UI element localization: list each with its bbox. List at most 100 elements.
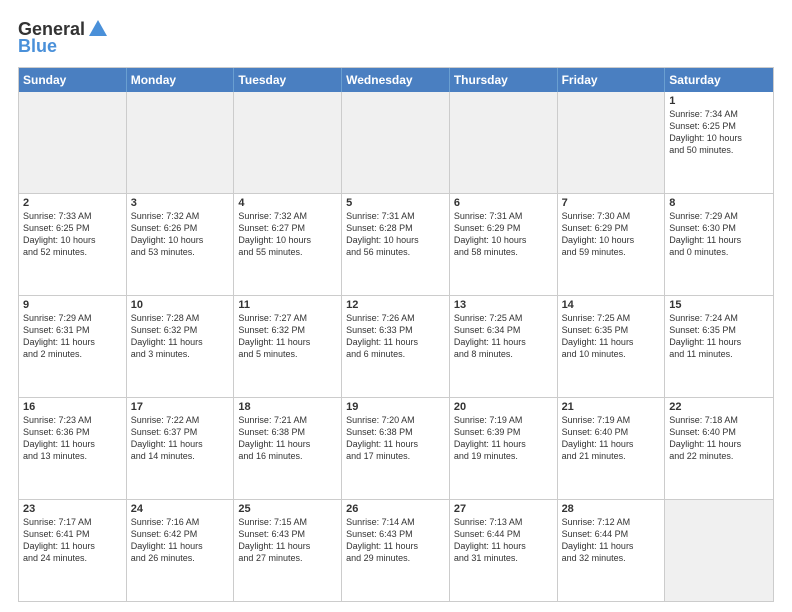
- cell-info: Sunrise: 7:33 AMSunset: 6:25 PMDaylight:…: [23, 210, 122, 259]
- cell-info: Sunrise: 7:15 AMSunset: 6:43 PMDaylight:…: [238, 516, 337, 565]
- cell-info: Sunrise: 7:19 AMSunset: 6:40 PMDaylight:…: [562, 414, 661, 463]
- day-number: 7: [562, 197, 661, 209]
- calendar-cell: 26Sunrise: 7:14 AMSunset: 6:43 PMDayligh…: [342, 500, 450, 601]
- cell-info: Sunrise: 7:19 AMSunset: 6:39 PMDaylight:…: [454, 414, 553, 463]
- calendar: SundayMondayTuesdayWednesdayThursdayFrid…: [18, 67, 774, 602]
- cell-info: Sunrise: 7:17 AMSunset: 6:41 PMDaylight:…: [23, 516, 122, 565]
- calendar-cell: 16Sunrise: 7:23 AMSunset: 6:36 PMDayligh…: [19, 398, 127, 499]
- cell-info: Sunrise: 7:32 AMSunset: 6:27 PMDaylight:…: [238, 210, 337, 259]
- header: General Blue: [18, 18, 774, 57]
- calendar-cell: [19, 92, 127, 193]
- cell-info: Sunrise: 7:25 AMSunset: 6:35 PMDaylight:…: [562, 312, 661, 361]
- cell-info: Sunrise: 7:34 AMSunset: 6:25 PMDaylight:…: [669, 108, 769, 157]
- calendar-cell: 28Sunrise: 7:12 AMSunset: 6:44 PMDayligh…: [558, 500, 666, 601]
- cell-info: Sunrise: 7:28 AMSunset: 6:32 PMDaylight:…: [131, 312, 230, 361]
- day-number: 17: [131, 401, 230, 413]
- weekday-header: Tuesday: [234, 68, 342, 92]
- day-number: 4: [238, 197, 337, 209]
- calendar-cell: [127, 92, 235, 193]
- calendar-cell: 4Sunrise: 7:32 AMSunset: 6:27 PMDaylight…: [234, 194, 342, 295]
- cell-info: Sunrise: 7:22 AMSunset: 6:37 PMDaylight:…: [131, 414, 230, 463]
- calendar-cell: 15Sunrise: 7:24 AMSunset: 6:35 PMDayligh…: [665, 296, 773, 397]
- weekday-header: Saturday: [665, 68, 773, 92]
- day-number: 5: [346, 197, 445, 209]
- calendar-cell: 10Sunrise: 7:28 AMSunset: 6:32 PMDayligh…: [127, 296, 235, 397]
- logo-icon: [87, 18, 109, 40]
- calendar-cell: 3Sunrise: 7:32 AMSunset: 6:26 PMDaylight…: [127, 194, 235, 295]
- day-number: 15: [669, 299, 769, 311]
- cell-info: Sunrise: 7:21 AMSunset: 6:38 PMDaylight:…: [238, 414, 337, 463]
- cell-info: Sunrise: 7:31 AMSunset: 6:28 PMDaylight:…: [346, 210, 445, 259]
- day-number: 24: [131, 503, 230, 515]
- calendar-cell: 5Sunrise: 7:31 AMSunset: 6:28 PMDaylight…: [342, 194, 450, 295]
- calendar-cell: 7Sunrise: 7:30 AMSunset: 6:29 PMDaylight…: [558, 194, 666, 295]
- calendar-cell: 24Sunrise: 7:16 AMSunset: 6:42 PMDayligh…: [127, 500, 235, 601]
- calendar-row: 9Sunrise: 7:29 AMSunset: 6:31 PMDaylight…: [19, 295, 773, 397]
- calendar-cell: 25Sunrise: 7:15 AMSunset: 6:43 PMDayligh…: [234, 500, 342, 601]
- cell-info: Sunrise: 7:31 AMSunset: 6:29 PMDaylight:…: [454, 210, 553, 259]
- page: General Blue SundayMondayTuesdayWednesda…: [0, 0, 792, 612]
- calendar-cell: [558, 92, 666, 193]
- calendar-cell: [450, 92, 558, 193]
- calendar-cell: 20Sunrise: 7:19 AMSunset: 6:39 PMDayligh…: [450, 398, 558, 499]
- day-number: 25: [238, 503, 337, 515]
- weekday-header: Sunday: [19, 68, 127, 92]
- day-number: 27: [454, 503, 553, 515]
- calendar-row: 23Sunrise: 7:17 AMSunset: 6:41 PMDayligh…: [19, 499, 773, 601]
- cell-info: Sunrise: 7:32 AMSunset: 6:26 PMDaylight:…: [131, 210, 230, 259]
- calendar-row: 16Sunrise: 7:23 AMSunset: 6:36 PMDayligh…: [19, 397, 773, 499]
- day-number: 26: [346, 503, 445, 515]
- day-number: 1: [669, 95, 769, 107]
- cell-info: Sunrise: 7:13 AMSunset: 6:44 PMDaylight:…: [454, 516, 553, 565]
- calendar-body: 1Sunrise: 7:34 AMSunset: 6:25 PMDaylight…: [19, 92, 773, 601]
- calendar-cell: 12Sunrise: 7:26 AMSunset: 6:33 PMDayligh…: [342, 296, 450, 397]
- cell-info: Sunrise: 7:25 AMSunset: 6:34 PMDaylight:…: [454, 312, 553, 361]
- day-number: 10: [131, 299, 230, 311]
- weekday-header: Wednesday: [342, 68, 450, 92]
- cell-info: Sunrise: 7:12 AMSunset: 6:44 PMDaylight:…: [562, 516, 661, 565]
- cell-info: Sunrise: 7:14 AMSunset: 6:43 PMDaylight:…: [346, 516, 445, 565]
- calendar-cell: 13Sunrise: 7:25 AMSunset: 6:34 PMDayligh…: [450, 296, 558, 397]
- cell-info: Sunrise: 7:24 AMSunset: 6:35 PMDaylight:…: [669, 312, 769, 361]
- day-number: 3: [131, 197, 230, 209]
- day-number: 18: [238, 401, 337, 413]
- calendar-cell: 22Sunrise: 7:18 AMSunset: 6:40 PMDayligh…: [665, 398, 773, 499]
- day-number: 11: [238, 299, 337, 311]
- day-number: 6: [454, 197, 553, 209]
- calendar-cell: 6Sunrise: 7:31 AMSunset: 6:29 PMDaylight…: [450, 194, 558, 295]
- calendar-cell: [234, 92, 342, 193]
- calendar-cell: 9Sunrise: 7:29 AMSunset: 6:31 PMDaylight…: [19, 296, 127, 397]
- calendar-cell: [665, 500, 773, 601]
- cell-info: Sunrise: 7:29 AMSunset: 6:31 PMDaylight:…: [23, 312, 122, 361]
- day-number: 23: [23, 503, 122, 515]
- day-number: 9: [23, 299, 122, 311]
- weekday-header: Friday: [558, 68, 666, 92]
- calendar-cell: 2Sunrise: 7:33 AMSunset: 6:25 PMDaylight…: [19, 194, 127, 295]
- cell-info: Sunrise: 7:26 AMSunset: 6:33 PMDaylight:…: [346, 312, 445, 361]
- cell-info: Sunrise: 7:27 AMSunset: 6:32 PMDaylight:…: [238, 312, 337, 361]
- calendar-cell: 21Sunrise: 7:19 AMSunset: 6:40 PMDayligh…: [558, 398, 666, 499]
- day-number: 20: [454, 401, 553, 413]
- calendar-cell: 11Sunrise: 7:27 AMSunset: 6:32 PMDayligh…: [234, 296, 342, 397]
- day-number: 12: [346, 299, 445, 311]
- calendar-cell: 1Sunrise: 7:34 AMSunset: 6:25 PMDaylight…: [665, 92, 773, 193]
- day-number: 19: [346, 401, 445, 413]
- cell-info: Sunrise: 7:18 AMSunset: 6:40 PMDaylight:…: [669, 414, 769, 463]
- day-number: 28: [562, 503, 661, 515]
- day-number: 16: [23, 401, 122, 413]
- cell-info: Sunrise: 7:23 AMSunset: 6:36 PMDaylight:…: [23, 414, 122, 463]
- weekday-header: Monday: [127, 68, 235, 92]
- day-number: 22: [669, 401, 769, 413]
- day-number: 21: [562, 401, 661, 413]
- calendar-cell: 17Sunrise: 7:22 AMSunset: 6:37 PMDayligh…: [127, 398, 235, 499]
- calendar-header: SundayMondayTuesdayWednesdayThursdayFrid…: [19, 68, 773, 92]
- calendar-cell: 19Sunrise: 7:20 AMSunset: 6:38 PMDayligh…: [342, 398, 450, 499]
- weekday-header: Thursday: [450, 68, 558, 92]
- cell-info: Sunrise: 7:20 AMSunset: 6:38 PMDaylight:…: [346, 414, 445, 463]
- calendar-cell: [342, 92, 450, 193]
- day-number: 14: [562, 299, 661, 311]
- calendar-cell: 27Sunrise: 7:13 AMSunset: 6:44 PMDayligh…: [450, 500, 558, 601]
- day-number: 2: [23, 197, 122, 209]
- calendar-cell: 23Sunrise: 7:17 AMSunset: 6:41 PMDayligh…: [19, 500, 127, 601]
- cell-info: Sunrise: 7:16 AMSunset: 6:42 PMDaylight:…: [131, 516, 230, 565]
